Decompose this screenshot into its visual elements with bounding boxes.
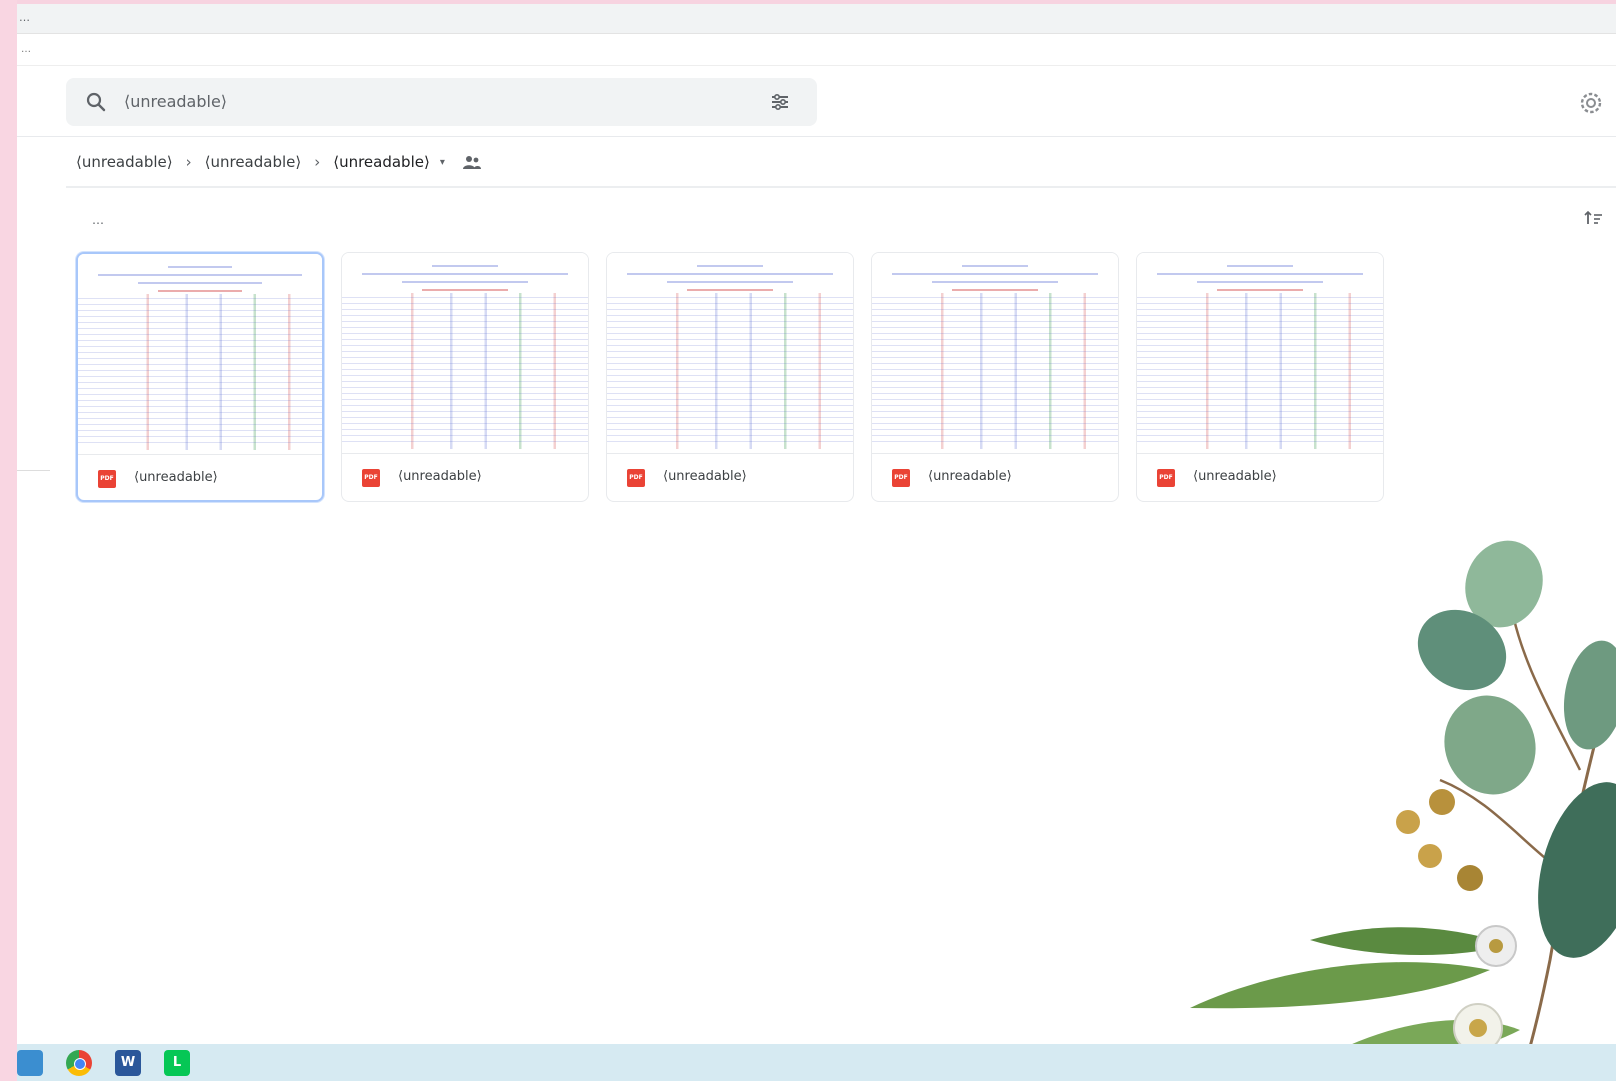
address-bar[interactable]: … <box>17 4 1616 34</box>
file-card-footer: PDF ⟨unreadable⟩ <box>872 454 1118 501</box>
line-icon[interactable]: L <box>164 1050 190 1076</box>
chrome-icon[interactable] <box>66 1050 92 1076</box>
chevron-right-icon: › <box>314 153 321 171</box>
pdf-icon: PDF <box>892 469 910 487</box>
address-bar-url: … <box>19 11 30 24</box>
file-card-footer: PDF ⟨unreadable⟩ <box>78 455 322 500</box>
breadcrumb: ⟨unreadable⟩ › ⟨unreadable⟩ › ⟨unreadabl… <box>76 150 481 174</box>
file-card[interactable]: PDF ⟨unreadable⟩ <box>76 252 324 502</box>
file-name[interactable]: ⟨unreadable⟩ <box>1193 469 1369 484</box>
file-card-footer: PDF ⟨unreadable⟩ <box>607 454 853 501</box>
file-name[interactable]: ⟨unreadable⟩ <box>134 470 310 485</box>
file-card[interactable]: PDF ⟨unreadable⟩ <box>341 252 589 502</box>
breadcrumb-item-root[interactable]: ⟨unreadable⟩ <box>76 153 173 171</box>
window-border-left <box>0 0 17 1081</box>
word-icon[interactable]: W <box>115 1050 141 1076</box>
file-card[interactable]: PDF ⟨unreadable⟩ <box>1136 252 1384 502</box>
menu-glyph[interactable]: … <box>21 44 31 55</box>
file-card-footer: PDF ⟨unreadable⟩ <box>1137 454 1383 501</box>
pdf-icon: PDF <box>627 469 645 487</box>
shared-users-icon[interactable] <box>462 154 481 170</box>
chevron-right-icon: › <box>185 153 192 171</box>
word-glyph: W <box>120 1055 136 1070</box>
sort-icon[interactable] <box>1583 210 1603 226</box>
search-icon[interactable] <box>84 90 108 114</box>
file-explorer-icon[interactable] <box>17 1050 43 1076</box>
eucalyptus-decoration <box>1190 540 1616 1081</box>
settings-icon[interactable] <box>1578 90 1604 116</box>
section-label: … <box>92 213 104 227</box>
pdf-icon: PDF <box>98 470 116 488</box>
breadcrumb-item-current[interactable]: ⟨unreadable⟩ <box>333 153 430 171</box>
chevron-down-icon[interactable]: ▾ <box>440 157 445 168</box>
file-thumbnail <box>607 253 853 454</box>
search-input[interactable]: ⟨unreadable⟩ <box>124 92 227 111</box>
search-options-icon[interactable] <box>769 91 791 113</box>
file-grid: PDF ⟨unreadable⟩ PDF ⟨unreadable⟩ PDF ⟨u… <box>76 252 1386 504</box>
search-bar[interactable]: ⟨unreadable⟩ <box>66 78 817 126</box>
breadcrumb-item-parent[interactable]: ⟨unreadable⟩ <box>205 153 302 171</box>
file-name[interactable]: ⟨unreadable⟩ <box>398 469 574 484</box>
pdf-icon: PDF <box>1157 469 1175 487</box>
header-divider <box>17 136 1616 137</box>
file-name[interactable]: ⟨unreadable⟩ <box>928 469 1104 484</box>
file-thumbnail <box>1137 253 1383 454</box>
file-card-footer: PDF ⟨unreadable⟩ <box>342 454 588 501</box>
file-card[interactable]: PDF ⟨unreadable⟩ <box>871 252 1119 502</box>
file-thumbnail <box>872 253 1118 454</box>
file-name[interactable]: ⟨unreadable⟩ <box>663 469 839 484</box>
taskbar: W L <box>17 1044 1616 1081</box>
pdf-icon: PDF <box>362 469 380 487</box>
file-card[interactable]: PDF ⟨unreadable⟩ <box>606 252 854 502</box>
line-glyph: L <box>172 1055 182 1070</box>
file-thumbnail <box>78 254 322 455</box>
menu-strip: … <box>17 34 1616 66</box>
sidebar-fragment <box>17 470 50 471</box>
breadcrumb-divider <box>66 186 1616 188</box>
file-thumbnail <box>342 253 588 454</box>
